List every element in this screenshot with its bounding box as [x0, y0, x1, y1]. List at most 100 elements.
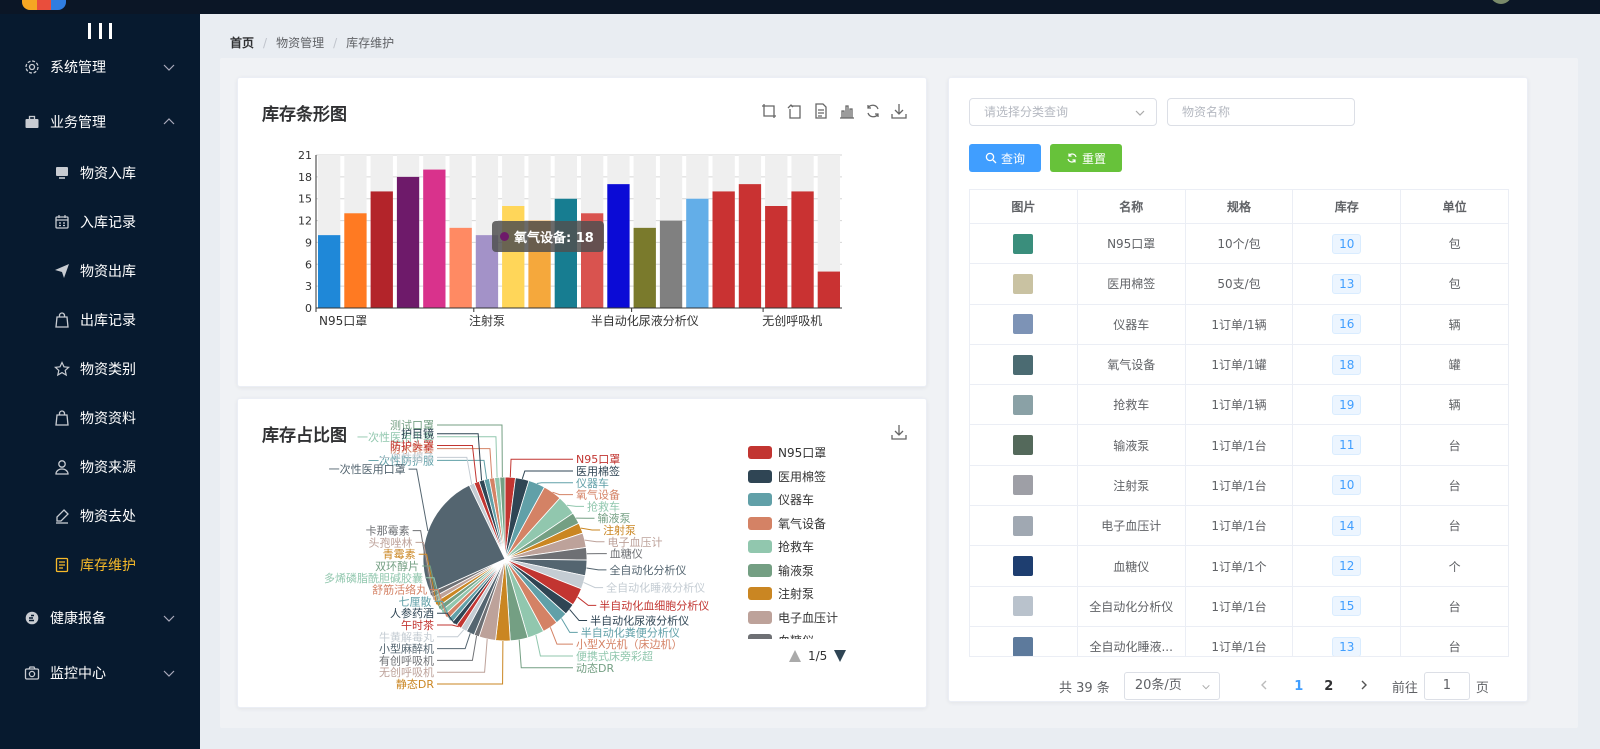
menu-collapse-icon[interactable]: [88, 20, 112, 42]
page-size-select[interactable]: 20条/页: [1123, 672, 1220, 700]
table-row[interactable]: 仪器车 1订单/1辆 16 辆: [970, 304, 1508, 345]
page-2-button[interactable]: 2: [1314, 679, 1344, 694]
table-row[interactable]: 氧气设备 1订单/1罐 18 罐: [970, 344, 1508, 386]
sidebar-item-0[interactable]: 系统管理: [0, 47, 200, 87]
sidebar-item-3[interactable]: 入库记录: [0, 202, 200, 242]
prev-page-button[interactable]: [1244, 679, 1284, 694]
sidebar-item-8[interactable]: 物资来源: [0, 447, 200, 487]
sidebar-item-2[interactable]: 物资入库: [0, 153, 200, 193]
bar[interactable]: [712, 191, 735, 308]
cell-unit: 包: [1448, 277, 1461, 292]
next-page-button[interactable]: [1344, 679, 1384, 694]
bar[interactable]: [370, 191, 393, 308]
cell-unit: 台: [1448, 599, 1461, 614]
sidebar-item-label: 物资出库: [80, 264, 136, 280]
cell-name: 电子血压计: [1078, 506, 1186, 546]
bar[interactable]: [449, 227, 472, 308]
sidebar-item-5[interactable]: 出库记录: [0, 300, 200, 340]
legend-item[interactable]: 氧气设备: [748, 512, 858, 536]
table-row[interactable]: 医用棉签 50支/包 13 包: [970, 264, 1508, 305]
table-row[interactable]: 注射泵 1订单/1台 10 台: [970, 465, 1508, 507]
bar[interactable]: [607, 184, 630, 308]
legend-next-icon[interactable]: [833, 649, 847, 663]
product-thumbnail[interactable]: [1013, 596, 1034, 617]
table-row[interactable]: 全自动化分析仪 1订单/1台 15 台: [970, 586, 1508, 627]
search-button[interactable]: 查询: [969, 144, 1041, 172]
bar[interactable]: [738, 184, 762, 308]
sidebar-item-12[interactable]: 监控中心: [0, 653, 200, 693]
product-thumbnail[interactable]: [1013, 233, 1034, 254]
legend-item[interactable]: N95口罩: [748, 441, 858, 465]
product-thumbnail[interactable]: [1013, 475, 1034, 496]
table-row[interactable]: 全自动化睡液... 1订单/1台 13 台: [970, 626, 1508, 656]
bar[interactable]: [396, 176, 420, 308]
sidebar-item-1[interactable]: 业务管理: [0, 102, 200, 142]
cell-stock: 13: [1293, 626, 1402, 656]
bar[interactable]: [765, 206, 788, 308]
sidebar-item-7[interactable]: 物资资料: [0, 398, 200, 438]
legend-item[interactable]: 注射泵: [748, 582, 858, 606]
name-input[interactable]: 物资名称: [1167, 98, 1355, 126]
legend-item[interactable]: 仪器车: [748, 488, 858, 512]
sidebar-item-4[interactable]: 物资出库: [0, 251, 200, 291]
legend-label: 氧气设备: [778, 516, 827, 531]
stock-tag: 15: [1332, 596, 1362, 617]
table-row[interactable]: 抢救车 1订单/1辆 19 辆: [970, 385, 1508, 426]
bar[interactable]: [423, 169, 446, 308]
product-thumbnail[interactable]: [1013, 636, 1034, 656]
bar[interactable]: [344, 213, 367, 308]
sidebar-item-label: 物资来源: [80, 460, 136, 476]
legend-item[interactable]: 医用棉签: [748, 465, 858, 489]
stock-tag: 16: [1332, 314, 1362, 335]
legend-label: N95口罩: [778, 446, 827, 461]
pie-label-line: [437, 640, 504, 685]
pie-label: 静态DR: [396, 677, 434, 691]
bar[interactable]: [318, 235, 341, 308]
bar[interactable]: [554, 198, 577, 308]
table-row[interactable]: N95口罩 10个/包 10 包: [970, 224, 1508, 265]
x-tick-label: 无创呼吸机: [762, 314, 822, 328]
table-row[interactable]: 输液泵 1订单/1台 11 台: [970, 425, 1508, 466]
pie-label: 血糖仪: [610, 547, 643, 561]
bar[interactable]: [791, 191, 814, 308]
header-unit: 单位: [1442, 200, 1467, 214]
product-thumbnail[interactable]: [1013, 556, 1034, 577]
cell-unit: 罐: [1448, 358, 1461, 373]
download-icon[interactable]: [890, 423, 908, 441]
product-thumbnail[interactable]: [1013, 515, 1034, 536]
pie-label-line: [561, 618, 578, 633]
page-1-button[interactable]: 1: [1284, 679, 1314, 694]
product-thumbnail[interactable]: [1013, 314, 1034, 335]
stock-tag: 13: [1332, 273, 1362, 294]
legend-item[interactable]: 抢救车: [748, 535, 858, 559]
avatar[interactable]: [1490, 0, 1512, 4]
sidebar-item-label: 监控中心: [50, 666, 106, 682]
product-thumbnail[interactable]: [1013, 435, 1034, 456]
sidebar-item-9[interactable]: 物资去处: [0, 496, 200, 536]
bar[interactable]: [633, 227, 656, 308]
legend-item[interactable]: 电子血压计: [748, 606, 858, 630]
sidebar-item-11[interactable]: 健康报备: [0, 598, 200, 638]
sidebar-item-10[interactable]: 库存维护: [0, 545, 200, 585]
bar[interactable]: [686, 198, 709, 308]
reset-button[interactable]: 重置: [1050, 144, 1122, 172]
breadcrumb-home[interactable]: 首页: [230, 34, 254, 51]
report-icon: [22, 608, 42, 628]
sidebar-item-6[interactable]: 物资类别: [0, 349, 200, 389]
goto-page-input[interactable]: 1: [1423, 672, 1470, 700]
legend-prev-icon[interactable]: [788, 649, 802, 663]
breadcrumb-material[interactable]: 物资管理: [276, 34, 324, 51]
stock-tag: 18: [1332, 354, 1362, 375]
table-row[interactable]: 电子血压计 1订单/1台 14 台: [970, 506, 1508, 547]
product-thumbnail[interactable]: [1013, 354, 1034, 375]
product-thumbnail[interactable]: [1013, 394, 1034, 415]
bar[interactable]: [659, 220, 683, 308]
bar[interactable]: [817, 271, 840, 308]
category-select[interactable]: 请选择分类查询: [969, 98, 1157, 126]
gear-icon: [22, 57, 42, 77]
legend-item[interactable]: 输液泵: [748, 559, 858, 583]
table-row[interactable]: 血糖仪 1订单/1个 12 个: [970, 546, 1508, 587]
legend-item[interactable]: 血糖仪: [748, 629, 858, 639]
product-thumbnail[interactable]: [1013, 273, 1034, 294]
app-logo[interactable]: [22, 0, 66, 10]
